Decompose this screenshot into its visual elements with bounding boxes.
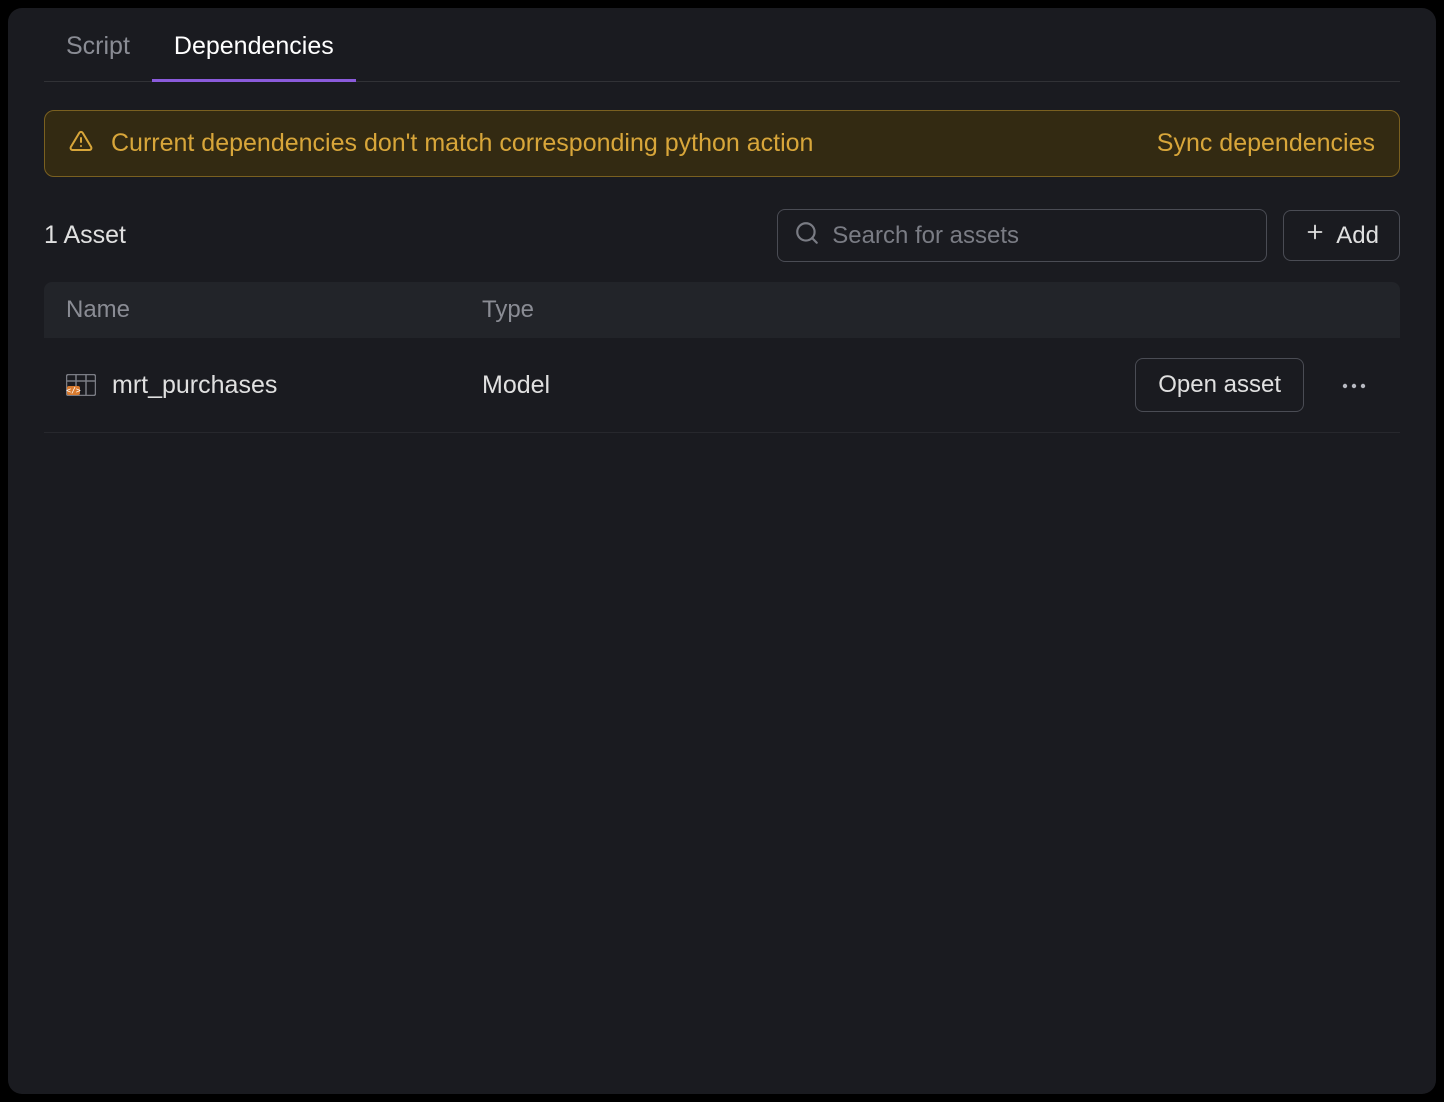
add-button[interactable]: Add: [1283, 210, 1400, 261]
plus-icon: [1304, 221, 1326, 250]
more-options-icon[interactable]: [1336, 370, 1372, 400]
warning-message: Current dependencies don't match corresp…: [111, 129, 1139, 158]
warning-icon: [69, 129, 93, 158]
cell-name: </> mrt_purchases: [66, 371, 482, 400]
search-input[interactable]: [832, 222, 1250, 250]
content-area: Current dependencies don't match corresp…: [8, 82, 1436, 461]
open-asset-button[interactable]: Open asset: [1135, 358, 1304, 412]
row-actions: Open asset: [1135, 358, 1378, 412]
toolbar: 1 Asset Add: [44, 209, 1400, 262]
tabs-row: Script Dependencies: [44, 8, 1400, 82]
table-header: Name Type: [44, 282, 1400, 338]
search-icon: [794, 220, 820, 251]
table-row: </> mrt_purchases Model Open asset: [44, 338, 1400, 433]
asset-name: mrt_purchases: [112, 371, 277, 400]
asset-count-label: 1 Asset: [44, 221, 761, 250]
column-header-type: Type: [482, 296, 1378, 324]
assets-table: Name Type </> mrt_purc: [44, 282, 1400, 433]
svg-text:</>: </>: [66, 386, 81, 395]
tabs-container: Script Dependencies: [8, 8, 1436, 82]
search-box[interactable]: [777, 209, 1267, 262]
model-icon: </>: [66, 374, 96, 396]
asset-type: Model: [482, 371, 1135, 400]
sync-dependencies-link[interactable]: Sync dependencies: [1157, 129, 1375, 158]
add-button-label: Add: [1336, 222, 1379, 250]
tab-dependencies[interactable]: Dependencies: [152, 8, 356, 82]
warning-banner: Current dependencies don't match corresp…: [44, 110, 1400, 177]
dependencies-panel: Script Dependencies Current dependencies…: [8, 8, 1436, 1094]
column-header-name: Name: [66, 296, 482, 324]
tab-script[interactable]: Script: [44, 8, 152, 82]
